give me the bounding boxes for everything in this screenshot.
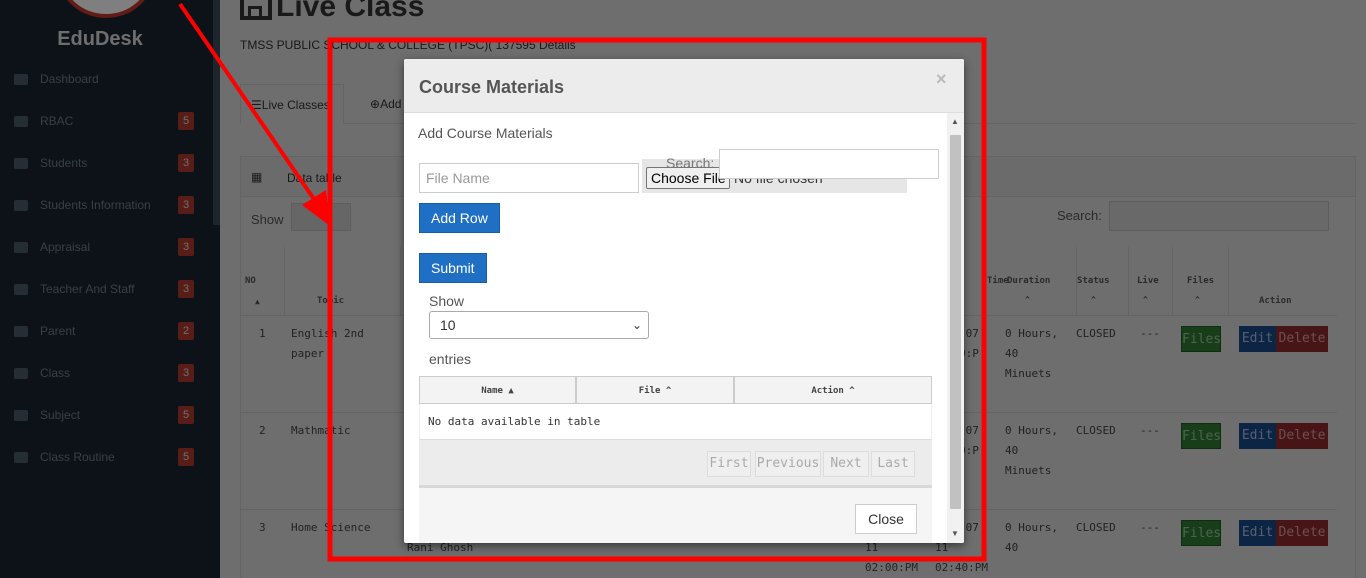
show-label: Show <box>429 293 465 309</box>
page-last-button[interactable]: Last <box>871 451 915 477</box>
pagination: First Previous Next Last <box>419 440 932 488</box>
add-row-button[interactable]: Add Row <box>419 203 500 233</box>
empty-table-message: No data available in table <box>419 404 932 440</box>
modal-header: Course Materials × <box>404 59 964 113</box>
submit-button[interactable]: Submit <box>419 253 487 283</box>
scroll-down-arrow-icon[interactable]: ▼ <box>951 529 959 538</box>
page-previous-button[interactable]: Previous <box>755 451 821 477</box>
entries-select[interactable]: 10 ⌄ <box>429 311 649 339</box>
selected-value: 10 <box>440 317 456 333</box>
close-icon[interactable]: × <box>936 69 947 90</box>
file-name-input[interactable] <box>419 163 639 193</box>
close-button[interactable]: Close <box>855 504 917 534</box>
column-header-file[interactable]: File ^ <box>576 376 734 404</box>
column-header-action[interactable]: Action ^ <box>734 376 932 404</box>
header-label: Name <box>481 386 503 396</box>
materials-search-input[interactable] <box>719 149 939 179</box>
page-first-button[interactable]: First <box>707 451 751 477</box>
scroll-up-arrow-icon[interactable]: ▲ <box>951 117 959 126</box>
sort-up-icon: ▲ <box>508 386 514 396</box>
entries-label: entries <box>429 351 472 367</box>
modal-scrollbar[interactable]: ▲ ▼ <box>947 113 964 543</box>
header-label: File <box>638 386 661 396</box>
chevron-down-icon: ⌄ <box>631 318 642 332</box>
modal-subtitle: Add Course Materials <box>418 125 553 141</box>
page-next-button[interactable]: Next <box>823 451 869 477</box>
sort-icon: ^ <box>849 386 855 396</box>
choose-file-button[interactable]: Choose File <box>646 167 730 189</box>
header-label: Action <box>811 386 844 396</box>
course-materials-modal: Course Materials × Add Course Materials … <box>404 59 964 543</box>
scrollbar-thumb[interactable] <box>950 135 961 509</box>
modal-body: Add Course Materials Search: Choose File… <box>404 113 964 543</box>
column-header-name[interactable]: Name ▲ <box>419 376 576 404</box>
sort-icon: ^ <box>665 386 672 396</box>
modal-footer: Close <box>419 488 932 543</box>
modal-title: Course Materials <box>419 77 565 97</box>
